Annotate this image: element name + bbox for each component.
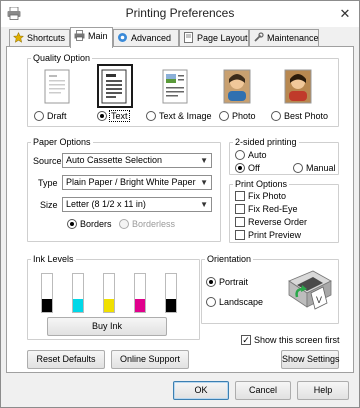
two-sided-off-label: Off xyxy=(248,163,260,173)
text-label: Text xyxy=(109,110,130,122)
ink-cartridge-4 xyxy=(134,273,146,313)
reset-defaults-button[interactable]: Reset Defaults xyxy=(27,350,105,369)
chevron-down-icon: ▼ xyxy=(200,156,208,165)
reverse-order-checkbox[interactable] xyxy=(235,217,245,227)
photo-quality-icon xyxy=(223,69,251,104)
best-photo-radio[interactable] xyxy=(271,111,281,121)
ink-cartridge-2 xyxy=(72,273,84,313)
chevron-down-icon: ▼ xyxy=(200,200,208,209)
tab-maintenance[interactable]: Maintenance xyxy=(249,29,319,46)
draft-label: Draft xyxy=(47,111,67,121)
two-sided-auto-label: Auto xyxy=(248,150,267,160)
reverse-order-label: Reverse Order xyxy=(248,217,308,227)
tab-main[interactable]: Main xyxy=(70,27,113,48)
fix-photo-label: Fix Photo xyxy=(248,191,287,201)
ink-level-fill xyxy=(73,298,83,312)
ink-cartridge-3 xyxy=(103,273,115,313)
text-and-image-label: Text & Image xyxy=(159,111,212,121)
group-title: Orientation xyxy=(207,254,252,264)
photo-label: Photo xyxy=(232,111,256,121)
wrench-icon xyxy=(254,32,264,42)
ink-level-fill xyxy=(135,298,145,312)
ink-cartridge-1 xyxy=(41,273,53,313)
fix-photo-checkbox[interactable] xyxy=(235,191,245,201)
ok-button[interactable]: OK xyxy=(173,381,229,400)
star-icon xyxy=(13,32,24,43)
borderless-label: Borderless xyxy=(132,219,176,229)
text-quality-icon xyxy=(97,64,133,108)
group-title: Print Options xyxy=(235,179,288,189)
landscape-radio[interactable] xyxy=(206,297,216,307)
tab-label: Shortcuts xyxy=(27,33,66,43)
text-and-image-quality-icon xyxy=(162,69,188,104)
print-preview-label: Print Preview xyxy=(248,230,302,240)
draft-quality-icon xyxy=(44,69,70,104)
fix-red-eye-checkbox[interactable] xyxy=(235,204,245,214)
ink-level-fill xyxy=(166,298,176,312)
two-sided-manual-label: Manual xyxy=(306,163,336,173)
ink-level-fill xyxy=(104,298,114,312)
show-screen-first-label: Show this screen first xyxy=(254,335,340,345)
buy-ink-button[interactable]: Buy Ink xyxy=(47,317,167,336)
two-sided-manual-radio[interactable] xyxy=(293,163,303,173)
portrait-label: Portrait xyxy=(219,277,249,287)
fix-red-eye-label: Fix Red-Eye xyxy=(248,204,298,214)
online-support-button[interactable]: Online Support xyxy=(111,350,189,369)
draft-radio[interactable] xyxy=(34,111,44,121)
source-select[interactable]: Auto Cassette Selection ▼ xyxy=(62,153,212,168)
type-value: Plain Paper / Bright White Paper xyxy=(66,177,196,187)
tab-advanced[interactable]: Advanced xyxy=(113,29,179,46)
svg-text:V: V xyxy=(316,295,322,305)
source-label: Source xyxy=(33,156,62,166)
close-icon[interactable]: ✕ xyxy=(337,6,353,22)
two-sided-auto-radio[interactable] xyxy=(235,150,245,160)
chevron-down-icon: ▼ xyxy=(200,178,208,187)
page-layout-icon xyxy=(184,32,193,43)
group-title: Paper Options xyxy=(33,137,91,147)
source-value: Auto Cassette Selection xyxy=(66,155,163,165)
borders-radio[interactable] xyxy=(67,219,77,229)
size-label: Size xyxy=(40,200,58,210)
printing-preferences-window: Printing Preferences ✕ Shortcuts Main Ad… xyxy=(0,0,360,408)
window-title: Printing Preferences xyxy=(125,6,235,20)
size-value: Letter (8 1/2 x 11 in) xyxy=(66,199,146,209)
text-radio[interactable] xyxy=(97,111,107,121)
text-and-image-radio[interactable] xyxy=(146,111,156,121)
advanced-settings-icon xyxy=(118,33,127,42)
tab-label: Page Layout xyxy=(197,33,248,43)
landscape-label: Landscape xyxy=(219,297,264,307)
printer-orientation-icon: V xyxy=(288,270,332,310)
group-title: Ink Levels xyxy=(33,254,74,264)
print-preview-checkbox[interactable] xyxy=(235,230,245,240)
tab-label: Main xyxy=(88,31,108,41)
type-select[interactable]: Plain Paper / Bright White Paper ▼ xyxy=(62,175,212,190)
tab-label: Advanced xyxy=(131,33,172,43)
help-button[interactable]: Help xyxy=(297,381,349,400)
group-title: Quality Option xyxy=(33,53,91,63)
show-screen-first-checkbox[interactable]: ✓ xyxy=(241,335,251,345)
ink-level-fill xyxy=(42,298,52,312)
photo-radio[interactable] xyxy=(219,111,229,121)
title-bar: Printing Preferences ✕ xyxy=(1,1,359,27)
tab-shortcuts[interactable]: Shortcuts xyxy=(9,29,70,46)
two-sided-off-radio[interactable] xyxy=(235,163,245,173)
best-photo-quality-icon xyxy=(284,69,312,104)
type-label: Type xyxy=(38,178,58,188)
printer-icon xyxy=(74,30,85,41)
group-title: 2-sided printing xyxy=(235,137,297,147)
show-settings-button[interactable]: Show Settings xyxy=(281,350,340,369)
tab-label: Maintenance xyxy=(267,33,319,43)
borders-label: Borders xyxy=(80,219,112,229)
ink-cartridge-5 xyxy=(165,273,177,313)
size-select[interactable]: Letter (8 1/2 x 11 in) ▼ xyxy=(62,197,212,212)
cancel-button[interactable]: Cancel xyxy=(235,381,291,400)
best-photo-label: Best Photo xyxy=(284,111,329,121)
tab-page-layout[interactable]: Page Layout xyxy=(179,29,249,46)
portrait-radio[interactable] xyxy=(206,277,216,287)
borderless-radio[interactable] xyxy=(119,219,129,229)
